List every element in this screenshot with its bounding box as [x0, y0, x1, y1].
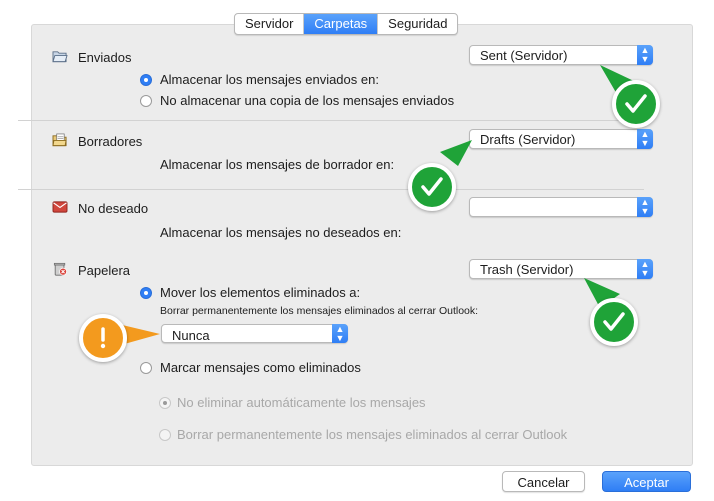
sent-no-store-radio[interactable] [140, 95, 152, 107]
keep-messages-label: No eliminar automáticamente los mensajes [177, 395, 426, 410]
divider [18, 120, 644, 121]
checkmark-icon [612, 80, 660, 128]
tab-carpetas[interactable]: Carpetas [304, 14, 379, 34]
trash-mark-label: Marcar mensajes como eliminados [160, 360, 361, 375]
trash-label: Papelera [78, 263, 131, 278]
sent-no-store-label: No almacenar una copia de los mensajes e… [160, 93, 455, 108]
accept-button[interactable]: Aceptar [602, 471, 691, 492]
sent-folder-icon [52, 51, 68, 63]
trash-mark-radio[interactable] [140, 362, 152, 374]
trash-icon [53, 262, 67, 276]
purge-value: Nunca [172, 328, 210, 343]
junk-folder-popup[interactable]: ▲ ▼ [469, 197, 653, 217]
junk-mail-icon [52, 201, 68, 213]
trash-folder-value: Trash (Servidor) [480, 262, 574, 277]
junk-label: No deseado [78, 201, 149, 216]
tab-servidor[interactable]: Servidor [235, 14, 305, 34]
sent-store-radio[interactable] [140, 74, 152, 86]
drafts-label: Borradores [78, 134, 143, 149]
trash-move-radio[interactable] [140, 287, 152, 299]
tab-bar: Servidor Carpetas Seguridad [234, 13, 459, 35]
drafts-store-text: Almacenar los mensajes de borrador en: [160, 157, 395, 172]
purge-popup[interactable]: Nunca ▲ ▼ [161, 324, 348, 343]
cancel-button[interactable]: Cancelar [502, 471, 585, 492]
chevron-updown-icon: ▲ ▼ [637, 197, 653, 217]
checkmark-icon [408, 163, 456, 211]
tab-seguridad[interactable]: Seguridad [378, 14, 457, 34]
drafts-folder-icon [52, 133, 67, 147]
exclamation-icon [79, 314, 127, 362]
sent-folder-value: Sent (Servidor) [480, 48, 568, 63]
junk-store-text: Almacenar los mensajes no deseados en: [160, 225, 402, 240]
purge-on-close-radio[interactable] [159, 429, 171, 441]
checkmark-icon [590, 298, 638, 346]
purge-on-close-label: Borrar permanentemente los mensajes elim… [177, 427, 568, 442]
trash-move-label: Mover los elementos eliminados a: [160, 285, 361, 300]
purge-label: Borrar permanentemente los mensajes elim… [160, 305, 479, 317]
divider [18, 189, 644, 190]
keep-messages-radio[interactable] [159, 397, 171, 409]
chevron-updown-icon: ▲ ▼ [332, 324, 348, 343]
sent-store-label: Almacenar los mensajes enviados en: [160, 72, 379, 87]
sent-label: Enviados [78, 50, 132, 65]
